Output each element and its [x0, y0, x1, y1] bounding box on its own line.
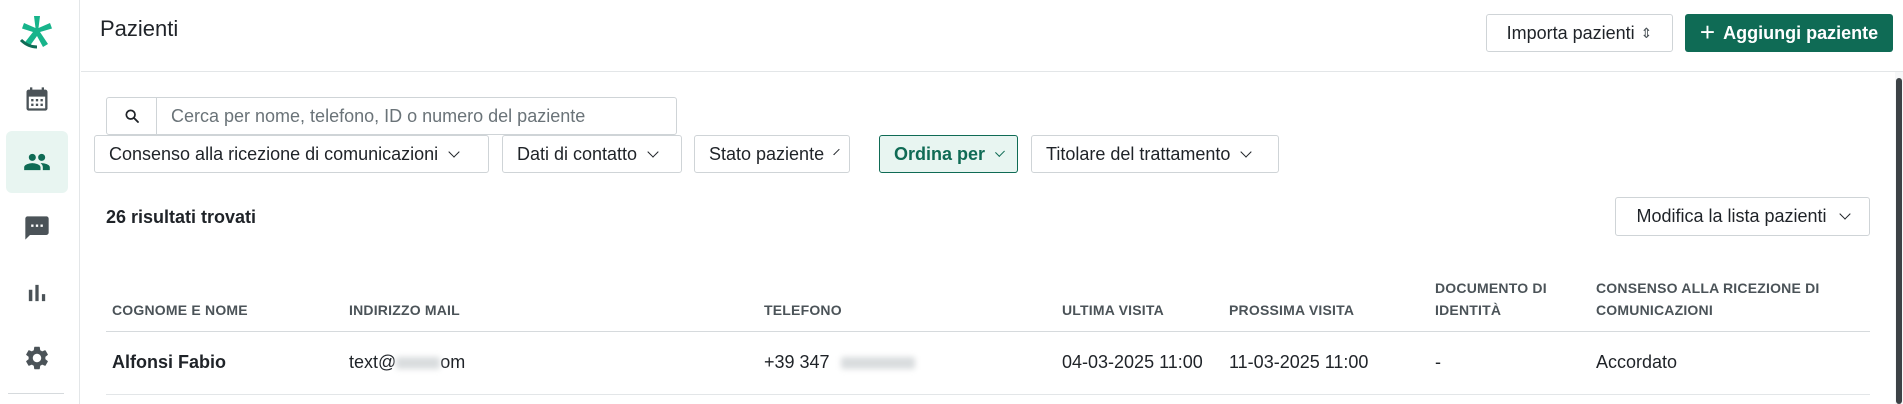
- import-patients-button[interactable]: Importa pazienti ⇕: [1486, 14, 1673, 52]
- sidebar-divider: [8, 393, 64, 394]
- patient-phone-prefix: +39 347: [764, 352, 830, 372]
- filter-patient-status[interactable]: Stato paziente: [694, 135, 850, 173]
- add-patient-button[interactable]: + Aggiungi paziente: [1685, 14, 1893, 52]
- filter-contact-data[interactable]: Dati di contatto: [502, 135, 682, 173]
- bar-chart-icon: [28, 284, 46, 302]
- search-bar: [106, 97, 677, 135]
- chevron-down-icon: [995, 146, 1005, 157]
- column-header-consent-line1: CONSENSO ALLA RICEZIONE DI: [1596, 280, 1820, 296]
- filter-data-controller[interactable]: Titolare del trattamento: [1031, 135, 1279, 173]
- sidebar-item-statistics[interactable]: [6, 262, 68, 324]
- page-header: Pazienti Importa pazienti ⇕ + Aggiungi p…: [81, 0, 1903, 72]
- patient-email: text@ om: [349, 352, 465, 373]
- sidebar-item-settings[interactable]: [6, 327, 68, 389]
- import-patients-label: Importa pazienti: [1506, 22, 1635, 43]
- column-header-last-visit[interactable]: ULTIMA VISITA: [1062, 299, 1164, 321]
- calendar-icon: [26, 87, 48, 111]
- patient-name[interactable]: Alfonsi Fabio: [112, 352, 226, 373]
- chevron-down-icon: [833, 148, 840, 155]
- column-header-email[interactable]: INDIRIZZO MAIL: [349, 299, 460, 321]
- search-input[interactable]: [157, 98, 676, 134]
- sidebar: [0, 0, 80, 404]
- patient-id-document: -: [1435, 352, 1441, 372]
- redacted-email-part: [396, 357, 441, 370]
- chevron-down-icon: [647, 145, 659, 158]
- patient-next-visit: 11-03-2025 11:00: [1229, 352, 1369, 372]
- sort-by-label: Ordina per: [894, 143, 986, 164]
- app-logo-icon[interactable]: [18, 14, 56, 50]
- table-row[interactable]: Alfonsi Fabio text@ om +39 347 04-03-2025…: [106, 333, 1870, 395]
- column-header-next-visit[interactable]: PROSSIMA VISITA: [1229, 299, 1354, 321]
- patient-email-suffix: om: [440, 352, 466, 372]
- column-header-consent-line2: COMUNICAZIONI: [1596, 302, 1713, 318]
- patient-last-visit: 04-03-2025 11:00: [1062, 352, 1203, 372]
- column-header-phone[interactable]: TELEFONO: [764, 299, 842, 321]
- search-icon: [124, 109, 139, 123]
- filter-contact-data-label: Dati di contatto: [517, 143, 638, 164]
- updown-chevron-icon: ⇕: [1640, 24, 1653, 41]
- page-title: Pazienti: [100, 16, 179, 41]
- sort-by-dropdown[interactable]: Ordina per: [879, 135, 1018, 173]
- filter-patient-status-label: Stato paziente: [709, 143, 825, 164]
- column-header-consent[interactable]: CONSENSO ALLA RICEZIONE DI COMUNICAZIONI: [1596, 277, 1820, 321]
- search-icon-box[interactable]: [107, 98, 157, 134]
- patient-consent: Accordato: [1596, 352, 1678, 372]
- gear-icon: [26, 346, 48, 370]
- filter-data-controller-label: Titolare del trattamento: [1046, 143, 1231, 164]
- filter-consent[interactable]: Consenso alla ricezione di comunicazioni: [94, 135, 489, 173]
- patient-phone: +39 347: [764, 352, 915, 373]
- patient-email-prefix: text@: [349, 352, 397, 372]
- sidebar-item-patients[interactable]: [6, 131, 68, 193]
- chevron-down-icon: [1240, 145, 1253, 158]
- chat-icon: [25, 216, 49, 240]
- column-header-name[interactable]: COGNOME E NOME: [112, 299, 248, 321]
- edit-patient-list-label: Modifica la lista pazienti: [1636, 206, 1827, 226]
- chevron-down-icon: [1838, 208, 1851, 220]
- sidebar-item-messages[interactable]: [6, 197, 68, 259]
- column-header-id-document[interactable]: DOCUMENTO DI IDENTITÀ: [1435, 277, 1547, 321]
- filter-consent-label: Consenso alla ricezione di comunicazioni: [109, 143, 439, 164]
- redacted-phone-part: [840, 357, 915, 370]
- table-header: COGNOME E NOME INDIRIZZO MAIL TELEFONO U…: [106, 272, 1870, 332]
- patients-icon: [24, 153, 50, 171]
- column-header-id-document-line1: DOCUMENTO DI: [1435, 280, 1547, 296]
- sidebar-item-calendar[interactable]: [6, 68, 68, 130]
- column-header-id-document-line2: IDENTITÀ: [1435, 302, 1502, 318]
- chevron-down-icon: [448, 145, 460, 158]
- add-patient-label: Aggiungi paziente: [1723, 22, 1879, 43]
- results-count: 26 risultati trovati: [106, 207, 257, 227]
- plus-icon: +: [1699, 16, 1716, 47]
- app-window: Pazienti Importa pazienti ⇕ + Aggiungi p…: [0, 0, 1903, 404]
- scrollbar-thumb[interactable]: [1896, 78, 1902, 404]
- edit-patient-list-button[interactable]: Modifica la lista pazienti: [1615, 197, 1870, 236]
